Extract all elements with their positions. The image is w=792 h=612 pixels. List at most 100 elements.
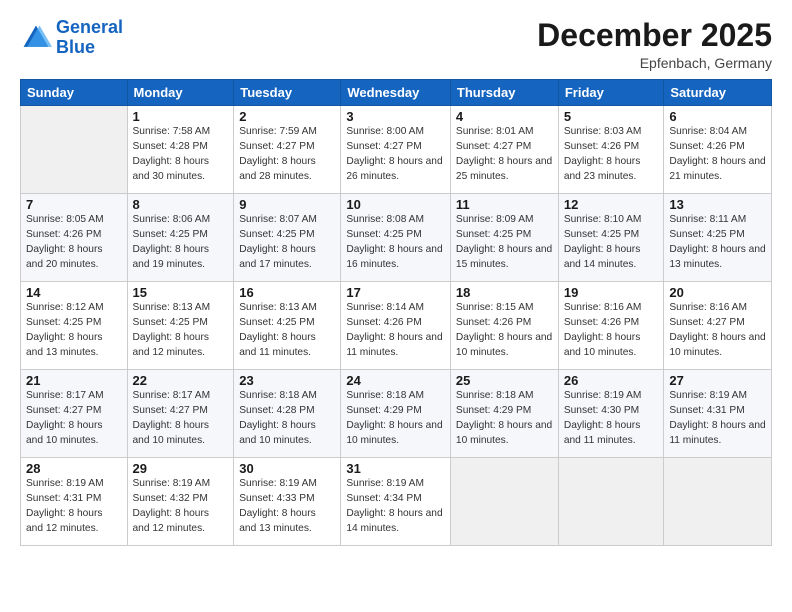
col-saturday: Saturday bbox=[664, 80, 772, 106]
day-info: Sunrise: 8:09 AM Sunset: 4:25 PM Dayligh… bbox=[456, 213, 553, 272]
table-row: 27Sunrise: 8:19 AM Sunset: 4:31 PM Dayli… bbox=[664, 370, 772, 458]
table-row: 12Sunrise: 8:10 AM Sunset: 4:25 PM Dayli… bbox=[558, 194, 664, 282]
day-number: 30 bbox=[239, 461, 335, 476]
table-row: 18Sunrise: 8:15 AM Sunset: 4:26 PM Dayli… bbox=[450, 282, 558, 370]
table-row: 4Sunrise: 8:01 AM Sunset: 4:27 PM Daylig… bbox=[450, 106, 558, 194]
table-row: 10Sunrise: 8:08 AM Sunset: 4:25 PM Dayli… bbox=[341, 194, 451, 282]
table-row: 25Sunrise: 8:18 AM Sunset: 4:29 PM Dayli… bbox=[450, 370, 558, 458]
month-title: December 2025 bbox=[537, 18, 772, 53]
day-info: Sunrise: 8:18 AM Sunset: 4:29 PM Dayligh… bbox=[346, 389, 445, 448]
day-number: 5 bbox=[564, 109, 659, 124]
day-info: Sunrise: 8:01 AM Sunset: 4:27 PM Dayligh… bbox=[456, 125, 553, 184]
table-row: 22Sunrise: 8:17 AM Sunset: 4:27 PM Dayli… bbox=[127, 370, 234, 458]
day-number: 21 bbox=[26, 373, 122, 388]
table-row: 15Sunrise: 8:13 AM Sunset: 4:25 PM Dayli… bbox=[127, 282, 234, 370]
table-row: 29Sunrise: 8:19 AM Sunset: 4:32 PM Dayli… bbox=[127, 458, 234, 546]
day-number: 31 bbox=[346, 461, 445, 476]
table-row: 13Sunrise: 8:11 AM Sunset: 4:25 PM Dayli… bbox=[664, 194, 772, 282]
calendar-week-row: 14Sunrise: 8:12 AM Sunset: 4:25 PM Dayli… bbox=[21, 282, 772, 370]
table-row: 20Sunrise: 8:16 AM Sunset: 4:27 PM Dayli… bbox=[664, 282, 772, 370]
day-info: Sunrise: 8:14 AM Sunset: 4:26 PM Dayligh… bbox=[346, 301, 445, 360]
day-info: Sunrise: 8:03 AM Sunset: 4:26 PM Dayligh… bbox=[564, 125, 659, 184]
day-info: Sunrise: 8:19 AM Sunset: 4:31 PM Dayligh… bbox=[669, 389, 766, 448]
day-info: Sunrise: 8:17 AM Sunset: 4:27 PM Dayligh… bbox=[133, 389, 229, 448]
day-info: Sunrise: 8:00 AM Sunset: 4:27 PM Dayligh… bbox=[346, 125, 445, 184]
day-info: Sunrise: 8:06 AM Sunset: 4:25 PM Dayligh… bbox=[133, 213, 229, 272]
table-row: 16Sunrise: 8:13 AM Sunset: 4:25 PM Dayli… bbox=[234, 282, 341, 370]
col-tuesday: Tuesday bbox=[234, 80, 341, 106]
day-number: 23 bbox=[239, 373, 335, 388]
day-info: Sunrise: 8:04 AM Sunset: 4:26 PM Dayligh… bbox=[669, 125, 766, 184]
table-row: 19Sunrise: 8:16 AM Sunset: 4:26 PM Dayli… bbox=[558, 282, 664, 370]
day-info: Sunrise: 8:10 AM Sunset: 4:25 PM Dayligh… bbox=[564, 213, 659, 272]
day-number: 8 bbox=[133, 197, 229, 212]
day-info: Sunrise: 8:19 AM Sunset: 4:33 PM Dayligh… bbox=[239, 477, 335, 536]
col-wednesday: Wednesday bbox=[341, 80, 451, 106]
col-monday: Monday bbox=[127, 80, 234, 106]
day-number: 14 bbox=[26, 285, 122, 300]
day-number: 27 bbox=[669, 373, 766, 388]
day-info: Sunrise: 8:15 AM Sunset: 4:26 PM Dayligh… bbox=[456, 301, 553, 360]
day-info: Sunrise: 8:13 AM Sunset: 4:25 PM Dayligh… bbox=[239, 301, 335, 360]
logo-text: General Blue bbox=[56, 18, 123, 58]
logo: General Blue bbox=[20, 18, 123, 58]
day-number: 18 bbox=[456, 285, 553, 300]
day-number: 26 bbox=[564, 373, 659, 388]
title-block: December 2025 Epfenbach, Germany bbox=[537, 18, 772, 71]
table-row bbox=[558, 458, 664, 546]
day-number: 17 bbox=[346, 285, 445, 300]
day-number: 4 bbox=[456, 109, 553, 124]
calendar-header-row: Sunday Monday Tuesday Wednesday Thursday… bbox=[21, 80, 772, 106]
table-row: 2Sunrise: 7:59 AM Sunset: 4:27 PM Daylig… bbox=[234, 106, 341, 194]
day-info: Sunrise: 8:17 AM Sunset: 4:27 PM Dayligh… bbox=[26, 389, 122, 448]
day-number: 3 bbox=[346, 109, 445, 124]
table-row: 1Sunrise: 7:58 AM Sunset: 4:28 PM Daylig… bbox=[127, 106, 234, 194]
table-row bbox=[450, 458, 558, 546]
col-sunday: Sunday bbox=[21, 80, 128, 106]
day-number: 2 bbox=[239, 109, 335, 124]
table-row: 7Sunrise: 8:05 AM Sunset: 4:26 PM Daylig… bbox=[21, 194, 128, 282]
table-row: 8Sunrise: 8:06 AM Sunset: 4:25 PM Daylig… bbox=[127, 194, 234, 282]
day-number: 25 bbox=[456, 373, 553, 388]
day-info: Sunrise: 7:59 AM Sunset: 4:27 PM Dayligh… bbox=[239, 125, 335, 184]
day-number: 19 bbox=[564, 285, 659, 300]
day-number: 10 bbox=[346, 197, 445, 212]
day-number: 13 bbox=[669, 197, 766, 212]
table-row: 6Sunrise: 8:04 AM Sunset: 4:26 PM Daylig… bbox=[664, 106, 772, 194]
table-row: 31Sunrise: 8:19 AM Sunset: 4:34 PM Dayli… bbox=[341, 458, 451, 546]
day-number: 29 bbox=[133, 461, 229, 476]
table-row: 3Sunrise: 8:00 AM Sunset: 4:27 PM Daylig… bbox=[341, 106, 451, 194]
day-number: 11 bbox=[456, 197, 553, 212]
table-row: 11Sunrise: 8:09 AM Sunset: 4:25 PM Dayli… bbox=[450, 194, 558, 282]
day-info: Sunrise: 8:19 AM Sunset: 4:32 PM Dayligh… bbox=[133, 477, 229, 536]
table-row: 9Sunrise: 8:07 AM Sunset: 4:25 PM Daylig… bbox=[234, 194, 341, 282]
day-info: Sunrise: 8:12 AM Sunset: 4:25 PM Dayligh… bbox=[26, 301, 122, 360]
calendar-week-row: 21Sunrise: 8:17 AM Sunset: 4:27 PM Dayli… bbox=[21, 370, 772, 458]
day-number: 7 bbox=[26, 197, 122, 212]
header: General Blue December 2025 Epfenbach, Ge… bbox=[20, 18, 772, 71]
day-number: 28 bbox=[26, 461, 122, 476]
day-info: Sunrise: 8:11 AM Sunset: 4:25 PM Dayligh… bbox=[669, 213, 766, 272]
table-row: 24Sunrise: 8:18 AM Sunset: 4:29 PM Dayli… bbox=[341, 370, 451, 458]
col-friday: Friday bbox=[558, 80, 664, 106]
day-info: Sunrise: 8:08 AM Sunset: 4:25 PM Dayligh… bbox=[346, 213, 445, 272]
calendar-week-row: 1Sunrise: 7:58 AM Sunset: 4:28 PM Daylig… bbox=[21, 106, 772, 194]
day-info: Sunrise: 8:13 AM Sunset: 4:25 PM Dayligh… bbox=[133, 301, 229, 360]
day-info: Sunrise: 8:18 AM Sunset: 4:29 PM Dayligh… bbox=[456, 389, 553, 448]
day-info: Sunrise: 8:19 AM Sunset: 4:31 PM Dayligh… bbox=[26, 477, 122, 536]
day-info: Sunrise: 8:19 AM Sunset: 4:34 PM Dayligh… bbox=[346, 477, 445, 536]
day-info: Sunrise: 8:05 AM Sunset: 4:26 PM Dayligh… bbox=[26, 213, 122, 272]
day-number: 1 bbox=[133, 109, 229, 124]
table-row: 26Sunrise: 8:19 AM Sunset: 4:30 PM Dayli… bbox=[558, 370, 664, 458]
calendar-week-row: 7Sunrise: 8:05 AM Sunset: 4:26 PM Daylig… bbox=[21, 194, 772, 282]
location: Epfenbach, Germany bbox=[537, 55, 772, 71]
day-number: 20 bbox=[669, 285, 766, 300]
table-row: 28Sunrise: 8:19 AM Sunset: 4:31 PM Dayli… bbox=[21, 458, 128, 546]
table-row bbox=[664, 458, 772, 546]
day-number: 9 bbox=[239, 197, 335, 212]
table-row: 17Sunrise: 8:14 AM Sunset: 4:26 PM Dayli… bbox=[341, 282, 451, 370]
day-number: 12 bbox=[564, 197, 659, 212]
day-info: Sunrise: 8:16 AM Sunset: 4:26 PM Dayligh… bbox=[564, 301, 659, 360]
table-row: 23Sunrise: 8:18 AM Sunset: 4:28 PM Dayli… bbox=[234, 370, 341, 458]
calendar-week-row: 28Sunrise: 8:19 AM Sunset: 4:31 PM Dayli… bbox=[21, 458, 772, 546]
